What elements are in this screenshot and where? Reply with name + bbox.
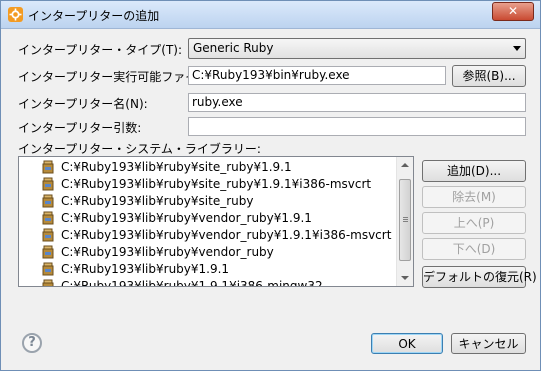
- library-path: C:¥Ruby193¥lib¥ruby¥vendor_ruby¥1.9.1: [61, 211, 312, 225]
- grip-line: [403, 217, 408, 218]
- remove-library-button[interactable]: 除去(M): [422, 186, 526, 208]
- system-libraries-label: インタープリター・システム・ライブラリー:: [18, 142, 261, 156]
- library-path: C:¥Ruby193¥lib¥ruby¥vendor_ruby¥1.9.1¥i3…: [61, 228, 392, 242]
- library-path: C:¥Ruby193¥lib¥ruby¥vendor_ruby: [61, 245, 274, 259]
- window-title: インタープリターの追加: [28, 9, 160, 23]
- library-path: C:¥Ruby193¥lib¥ruby¥1.9.1: [61, 262, 230, 276]
- grip-line: [403, 219, 408, 220]
- library-path: C:¥Ruby193¥lib¥ruby¥site_ruby¥1.9.1¥i386…: [61, 177, 372, 191]
- library-list[interactable]: C:¥Ruby193¥lib¥ruby¥site_ruby¥1.9.1 C:¥R…: [18, 156, 414, 287]
- interpreter-type-select[interactable]: Generic Ruby: [188, 38, 526, 59]
- add-interpreter-dialog: インタープリターの追加 ✕ インタープリター・タイプ(T): Generic R…: [0, 0, 541, 371]
- restore-default-button[interactable]: デフォルトの復元(R): [422, 266, 537, 288]
- scroll-up-icon[interactable]: [401, 163, 409, 167]
- move-down-button[interactable]: 下へ(D): [422, 238, 526, 260]
- interpreter-name-label: インタープリター名(N):: [18, 97, 148, 111]
- gear-icon: [8, 7, 23, 22]
- jar-icon: [42, 279, 54, 286]
- library-path: C:¥Ruby193¥lib¥ruby¥site_ruby¥1.9.1: [61, 160, 292, 174]
- browse-button[interactable]: 参照(B)...: [452, 65, 526, 87]
- interpreter-type-label: インタープリター・タイプ(T):: [18, 43, 183, 57]
- title-bar[interactable]: インタープリターの追加 ✕: [1, 1, 540, 29]
- cancel-button[interactable]: キャンセル: [451, 333, 526, 354]
- jar-icon: [42, 211, 54, 225]
- jar-icon: [42, 177, 54, 191]
- scrollbar-thumb[interactable]: [399, 179, 411, 261]
- interpreter-type-value: Generic Ruby: [193, 41, 274, 55]
- move-up-button[interactable]: 上へ(P): [422, 212, 526, 234]
- grip-line: [403, 221, 408, 222]
- library-path: C:¥Ruby193¥lib¥ruby¥site_ruby: [61, 194, 254, 208]
- chevron-down-icon: [513, 46, 521, 51]
- scroll-down-icon[interactable]: [401, 276, 409, 280]
- jar-icon: [42, 194, 54, 208]
- interpreter-name-field[interactable]: ruby.exe: [188, 93, 526, 112]
- interpreter-args-label: インタープリター引数:: [18, 121, 142, 135]
- library-path: C:¥Ruby193¥lib¥ruby¥1.9.1¥i386-mingw32: [61, 279, 323, 287]
- executable-field[interactable]: C:¥Ruby193¥bin¥ruby.exe: [188, 66, 446, 85]
- interpreter-args-field[interactable]: [188, 117, 526, 136]
- close-button[interactable]: ✕: [492, 2, 534, 21]
- jar-icon: [42, 262, 54, 276]
- jar-icon: [42, 160, 54, 174]
- jar-icon: [42, 228, 54, 242]
- add-library-button[interactable]: 追加(D)...: [422, 160, 526, 182]
- jar-icon: [42, 245, 54, 259]
- help-icon[interactable]: ?: [22, 333, 42, 353]
- vertical-scrollbar[interactable]: [396, 157, 413, 286]
- ok-button[interactable]: OK: [371, 333, 443, 354]
